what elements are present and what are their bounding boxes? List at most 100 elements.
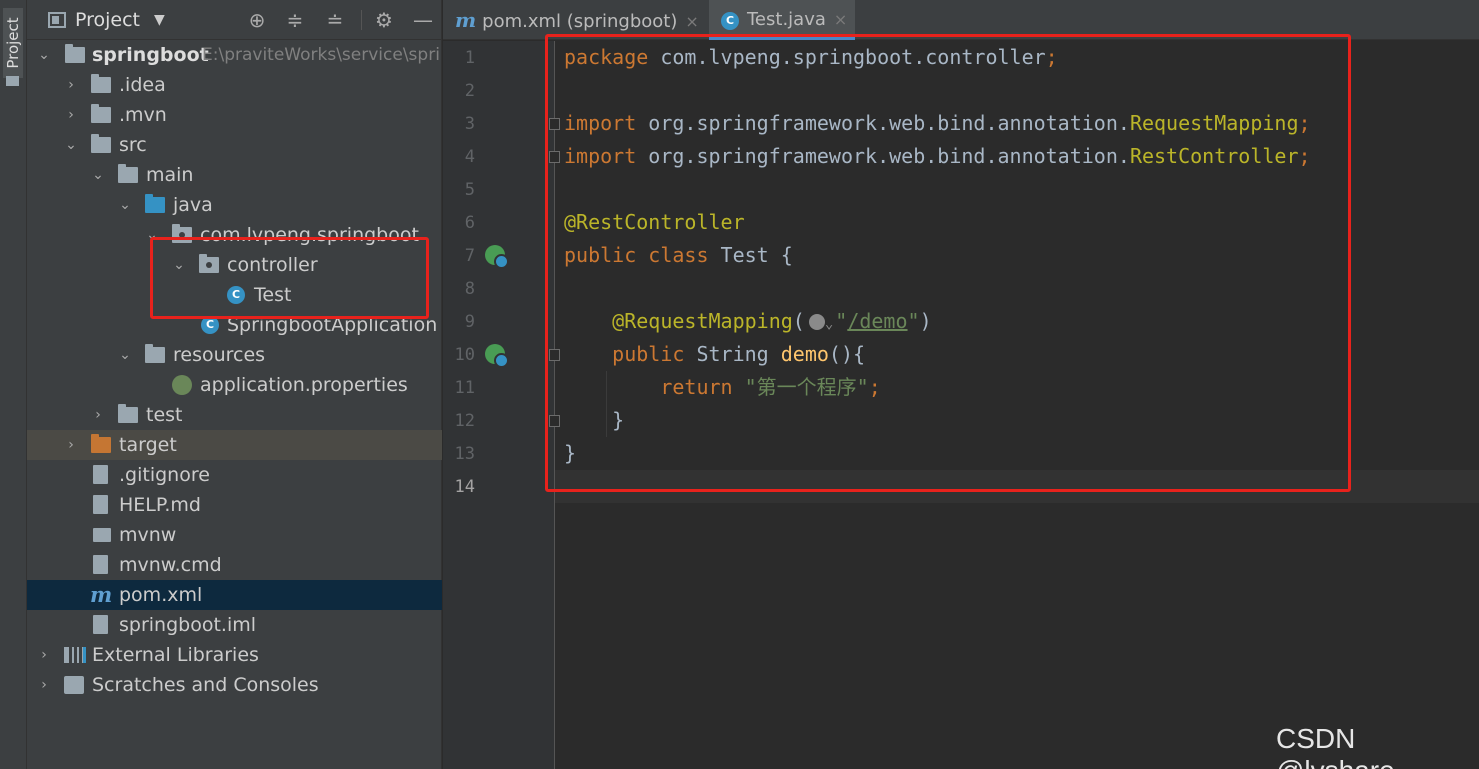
tree-item-path: E:\praviteWorks\service\spri bbox=[202, 45, 440, 65]
tree-item-application-properties[interactable]: application.properties bbox=[27, 370, 442, 400]
module-file-icon bbox=[93, 615, 108, 634]
tab-label: Test.java bbox=[747, 9, 826, 30]
tree-item-label: External Libraries bbox=[92, 644, 259, 666]
tree-item-help-md[interactable]: HELP.md bbox=[27, 490, 442, 520]
locate-icon[interactable]: ⊕ bbox=[245, 8, 269, 32]
module-folder-icon bbox=[65, 44, 85, 63]
excluded-folder-icon bbox=[91, 434, 111, 453]
tree-item-external-libraries[interactable]: › External Libraries bbox=[27, 640, 442, 670]
chevron-down-icon[interactable]: ⌄ bbox=[118, 190, 132, 220]
line-number: 12 bbox=[454, 411, 475, 431]
chevron-right-icon[interactable]: › bbox=[64, 100, 78, 130]
tree-item-springboot-iml[interactable]: springboot.iml bbox=[27, 610, 442, 640]
project-window-icon bbox=[48, 12, 66, 28]
tree-item-label: target bbox=[119, 434, 177, 456]
tree-item-springboot[interactable]: ⌄ springboot E:\praviteWorks\service\spr… bbox=[27, 40, 442, 70]
close-icon[interactable]: × bbox=[834, 10, 847, 29]
project-panel-title[interactable]: Project bbox=[75, 9, 140, 31]
gear-icon[interactable]: ⚙ bbox=[372, 8, 396, 32]
scratches-icon bbox=[64, 676, 84, 694]
tool-window-strip: Project bbox=[0, 0, 27, 769]
tree-item-label: springboot bbox=[92, 44, 209, 66]
tree-item-main[interactable]: ⌄ main bbox=[27, 160, 442, 190]
tree-item-java[interactable]: ⌄ java bbox=[27, 190, 442, 220]
line-number: 14 bbox=[454, 477, 475, 497]
tree-item-idea[interactable]: › .idea bbox=[27, 70, 442, 100]
chevron-right-icon[interactable]: › bbox=[37, 640, 51, 670]
tree-item-label: application.properties bbox=[200, 374, 408, 396]
line-number: 3 bbox=[464, 114, 475, 134]
line-number: 11 bbox=[454, 378, 475, 398]
tree-item-label: src bbox=[119, 134, 147, 156]
project-panel: Project ▼ ⊕ ≑ ≐ ⚙ — ⌄ springboot E:\prav… bbox=[27, 0, 442, 769]
resources-folder-icon bbox=[145, 344, 165, 363]
line-number: 5 bbox=[464, 180, 475, 200]
highlight-box-code bbox=[545, 34, 1351, 492]
tree-item-mvnw-cmd[interactable]: mvnw.cmd bbox=[27, 550, 442, 580]
tree-item-gitignore[interactable]: .gitignore bbox=[27, 460, 442, 490]
tree-item-label: Scratches and Consoles bbox=[92, 674, 319, 696]
file-icon bbox=[93, 465, 108, 484]
collapse-all-icon[interactable]: ≐ bbox=[323, 8, 347, 32]
line-number: 7 bbox=[464, 246, 475, 266]
library-icon bbox=[64, 647, 86, 663]
line-number: 6 bbox=[464, 213, 475, 233]
folder-icon bbox=[6, 76, 19, 86]
tree-item-mvn[interactable]: › .mvn bbox=[27, 100, 442, 130]
tree-item-label: java bbox=[173, 194, 213, 216]
chevron-down-icon[interactable]: ⌄ bbox=[64, 130, 78, 160]
line-number: 2 bbox=[464, 81, 475, 101]
markdown-file-icon bbox=[93, 495, 108, 514]
line-number: 9 bbox=[464, 312, 475, 332]
tree-item-target[interactable]: › target bbox=[27, 430, 442, 460]
tree-item-label: mvnw.cmd bbox=[119, 554, 222, 576]
folder-icon bbox=[118, 164, 138, 183]
tab-label: pom.xml (springboot) bbox=[482, 11, 678, 32]
tree-item-resources[interactable]: ⌄ resources bbox=[27, 340, 442, 370]
hide-panel-icon[interactable]: — bbox=[411, 8, 435, 32]
watermark: CSDN @lvshare bbox=[1276, 723, 1395, 769]
header-divider bbox=[361, 10, 362, 30]
line-number: 1 bbox=[464, 48, 475, 68]
folder-icon bbox=[91, 104, 111, 123]
maven-icon: m bbox=[455, 8, 477, 32]
tree-item-label: pom.xml bbox=[119, 584, 203, 606]
chevron-right-icon[interactable]: › bbox=[64, 70, 78, 100]
file-icon bbox=[93, 555, 108, 574]
tree-item-test-folder[interactable]: › test bbox=[27, 400, 442, 430]
project-tool-label: Project bbox=[4, 17, 22, 69]
tree-item-pom-xml[interactable]: m pom.xml bbox=[27, 580, 442, 610]
tree-item-label: .mvn bbox=[119, 104, 167, 126]
tree-item-label: mvnw bbox=[119, 524, 177, 546]
tree-item-mvnw[interactable]: mvnw bbox=[27, 520, 442, 550]
tree-item-label: test bbox=[146, 404, 183, 426]
tree-item-src[interactable]: ⌄ src bbox=[27, 130, 442, 160]
shell-script-icon bbox=[93, 528, 111, 542]
project-panel-header: Project ▼ ⊕ ≑ ≐ ⚙ — bbox=[27, 0, 442, 40]
chevron-right-icon[interactable]: › bbox=[91, 400, 105, 430]
class-icon: C bbox=[721, 12, 739, 30]
spring-properties-icon bbox=[172, 375, 192, 395]
tree-item-label: .gitignore bbox=[119, 464, 210, 486]
chevron-right-icon[interactable]: › bbox=[64, 430, 78, 460]
tree-item-label: springboot.iml bbox=[119, 614, 257, 636]
project-tool-button[interactable]: Project bbox=[3, 8, 23, 78]
expand-all-icon[interactable]: ≑ bbox=[283, 8, 307, 32]
tree-item-label: .idea bbox=[119, 74, 166, 96]
chevron-down-icon[interactable]: ⌄ bbox=[91, 160, 105, 190]
line-number: 8 bbox=[464, 279, 475, 299]
tree-item-scratches[interactable]: › Scratches and Consoles bbox=[27, 670, 442, 700]
close-icon[interactable]: × bbox=[685, 12, 698, 31]
spring-bean-gutter-icon[interactable] bbox=[485, 245, 509, 269]
tree-item-label: resources bbox=[173, 344, 266, 366]
folder-icon bbox=[91, 134, 111, 153]
editor-gutter: 1 2 3 4 5 6 7 8 9 10 11 12 13 14 bbox=[443, 41, 560, 769]
chevron-down-icon[interactable]: ⌄ bbox=[37, 40, 51, 70]
folder-icon bbox=[91, 74, 111, 93]
chevron-down-icon[interactable]: ▼ bbox=[154, 12, 165, 28]
chevron-down-icon[interactable]: ⌄ bbox=[118, 340, 132, 370]
source-folder-icon bbox=[145, 194, 165, 213]
chevron-right-icon[interactable]: › bbox=[37, 670, 51, 700]
highlight-box-tree bbox=[150, 237, 429, 319]
spring-endpoint-gutter-icon[interactable] bbox=[485, 344, 509, 368]
